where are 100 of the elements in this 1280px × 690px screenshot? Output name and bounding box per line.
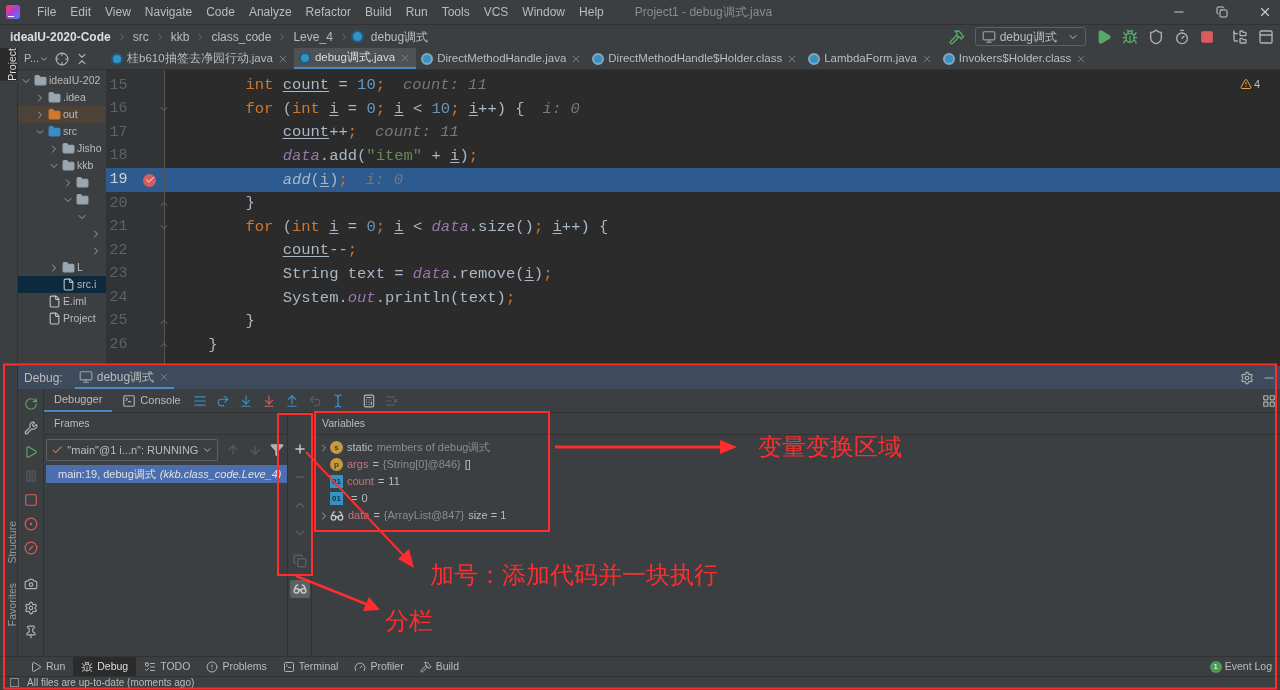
tree-item[interactable]: E.iml	[18, 293, 88, 310]
debugger-tab[interactable]: Console	[112, 389, 191, 412]
menu-item[interactable]: Edit	[63, 3, 99, 21]
camera-icon[interactable]	[23, 577, 38, 591]
tool-window-tab[interactable]: TODO	[136, 657, 199, 676]
settings-wrench-icon[interactable]	[23, 421, 38, 435]
menu-item[interactable]: Refactor	[298, 3, 358, 21]
step-over-icon[interactable]	[215, 393, 230, 408]
tree-item[interactable]: L	[18, 259, 84, 276]
editor-tab[interactable]: debug调式.java	[293, 48, 417, 69]
tree-item-label: Project	[63, 310, 96, 326]
tool-window-tab[interactable]: Debug	[73, 657, 137, 676]
layout-icon[interactable]	[1262, 393, 1276, 408]
breadcrumb-item[interactable]: kkb	[166, 27, 194, 46]
breadcrumb-item[interactable]: ideaIU-2020-Code	[0, 27, 115, 46]
equals-sign: =	[351, 491, 358, 507]
equals-sign: =	[373, 508, 380, 524]
breakpoint-icon[interactable]	[143, 173, 156, 187]
menu-item[interactable]: Build	[357, 3, 399, 21]
tree-item[interactable]: .idea	[18, 89, 87, 106]
menu-item[interactable]: File	[30, 3, 64, 21]
menu-item[interactable]: Help	[572, 3, 611, 21]
tool-window-tab[interactable]: Terminal	[274, 657, 347, 676]
gear-icon[interactable]	[23, 601, 38, 615]
tool-window-tab[interactable]: Run	[22, 657, 74, 676]
menu-item[interactable]: Code	[199, 3, 242, 21]
mute-icon[interactable]	[23, 541, 38, 555]
menu-item[interactable]: Window	[515, 3, 573, 21]
tree-item[interactable]: src	[18, 123, 78, 140]
variable-name: static	[347, 440, 373, 456]
hammer-icon[interactable]	[948, 28, 965, 45]
editor-tab[interactable]: 桂b610抽签去净园行动.java	[106, 48, 294, 69]
code-line: String text = data.remove(i);	[281, 263, 553, 285]
stop-icon[interactable]	[23, 493, 38, 507]
session-tab[interactable]: debug调式	[74, 366, 175, 389]
variable-value: 11	[388, 474, 400, 490]
evaluate-icon[interactable]	[361, 393, 376, 408]
step-into-icon[interactable]	[238, 393, 253, 408]
menu-item[interactable]: VCS	[476, 3, 516, 21]
tool-window-tab[interactable]: Profiler	[346, 657, 412, 676]
breadcrumb-item[interactable]: src	[128, 27, 153, 46]
breakpoints-icon[interactable]	[23, 517, 38, 531]
tree-item[interactable]: Jisho	[18, 140, 103, 157]
menu-item[interactable]: Run	[398, 3, 435, 21]
resume-icon[interactable]	[23, 445, 38, 459]
shield-icon[interactable]	[1148, 28, 1164, 45]
code-line: count--;	[281, 240, 358, 262]
debugger-tab[interactable]: Debugger	[44, 389, 113, 412]
editor-tab[interactable]: DirectMethodHandle.java	[416, 48, 588, 69]
close-icon[interactable]	[1258, 5, 1272, 19]
breadcrumb-item[interactable]: Leve_4	[289, 27, 337, 46]
project-view-selector[interactable]: P...	[24, 50, 50, 67]
tool-window-tab[interactable]: Problems	[198, 657, 275, 676]
menu-item[interactable]: Tools	[434, 3, 477, 21]
warning-icon	[1239, 78, 1252, 91]
tree-item[interactable]: kkb	[18, 157, 95, 174]
bug-icon[interactable]	[1122, 28, 1138, 45]
tool-window-tab[interactable]: Build	[411, 657, 468, 676]
tree-item-label: Jisho	[77, 140, 102, 156]
editor-tab[interactable]: Invokers$Holder.class	[937, 48, 1093, 69]
settings-icon[interactable]	[1240, 370, 1254, 385]
step-out-icon[interactable]	[284, 393, 299, 408]
editor-tab[interactable]: DirectMethodHandle$Holder.class	[587, 48, 804, 69]
menu-item[interactable]: Analyze	[241, 3, 299, 21]
breadcrumb-item[interactable]: debug调式	[366, 27, 433, 46]
editor-tab[interactable]: LambdaForm.java	[803, 48, 938, 69]
folder-icon	[34, 74, 47, 87]
force-step-into-icon[interactable]	[261, 393, 276, 408]
stop-icon[interactable]	[1200, 29, 1214, 44]
restore-icon[interactable]	[1216, 6, 1228, 18]
panel-icon[interactable]	[1258, 28, 1274, 45]
menu-item[interactable]: View	[98, 3, 138, 21]
event-log-button[interactable]: 1 Event Log	[1209, 658, 1272, 675]
pin-icon[interactable]	[23, 625, 38, 639]
code-line: data.add("item" + i);	[281, 145, 479, 167]
thread-dropdown[interactable]: "main"@1 i...n": RUNNING	[46, 439, 218, 461]
class-icon	[298, 51, 311, 64]
tree-item[interactable]: ideaIU-202	[18, 72, 102, 89]
breadcrumb-item[interactable]: class_code	[207, 27, 276, 46]
threads-icon[interactable]	[192, 393, 207, 408]
tree-item-label: out	[63, 106, 78, 122]
checkbox-icon	[10, 678, 19, 687]
annotation-label: 分栏	[385, 606, 433, 636]
watches-button[interactable]	[289, 580, 310, 598]
profiler-icon	[354, 660, 367, 673]
run-configuration-dropdown[interactable]: debug调式	[974, 27, 1086, 46]
tree-item-label: src	[63, 123, 77, 139]
crosshair-icon[interactable]	[55, 51, 70, 66]
run-icon[interactable]	[1096, 28, 1112, 45]
folder-tree-icon[interactable]	[1232, 28, 1248, 45]
timer-icon[interactable]	[1174, 28, 1190, 45]
variable-value: {ArrayList@847}	[383, 508, 465, 524]
warning-indicator[interactable]: 4	[1239, 76, 1260, 93]
tree-item[interactable]: out	[18, 106, 106, 123]
tree-item[interactable]: src.i	[18, 276, 106, 293]
rerun-icon[interactable]	[23, 397, 38, 411]
tree-item[interactable]: Project	[18, 310, 97, 327]
equals-sign: =	[377, 474, 385, 490]
menu-item[interactable]: Navigate	[137, 3, 200, 21]
filter-icon[interactable]	[270, 443, 284, 457]
